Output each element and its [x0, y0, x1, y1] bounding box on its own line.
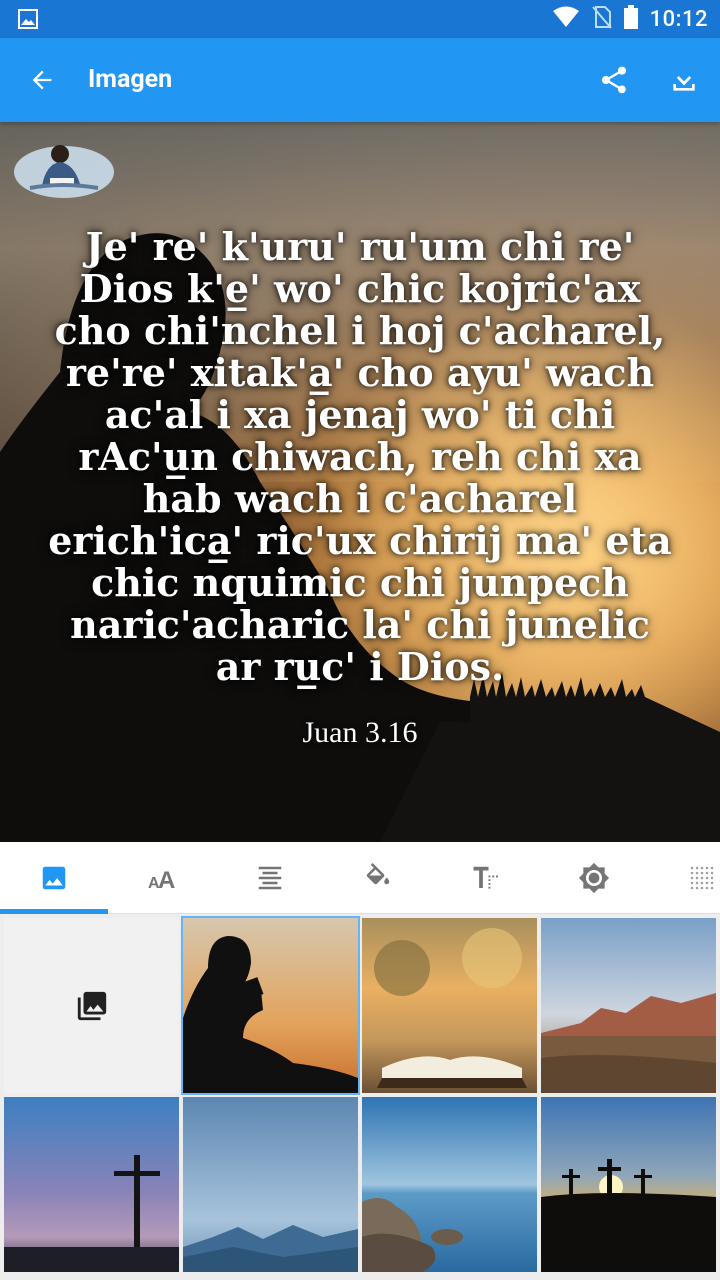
brightness-icon [578, 862, 610, 894]
thumbnail-cross-dusk[interactable] [4, 1097, 179, 1272]
texture-icon [690, 866, 714, 890]
tab-alignment[interactable] [216, 842, 324, 914]
status-bar: 10:12 [0, 0, 720, 38]
background-gallery [0, 914, 720, 1280]
verse-reference[interactable]: Juan 3.16 [0, 716, 720, 750]
download-button[interactable] [664, 60, 704, 100]
tab-text-style[interactable] [432, 842, 540, 914]
editor-tabs: AA [0, 842, 720, 914]
no-sim-icon [591, 5, 612, 33]
thumbnail-open-bible[interactable] [362, 918, 537, 1093]
app-bar: Imagen [0, 38, 720, 122]
thumbnail-three-crosses[interactable] [541, 1097, 716, 1272]
share-icon [602, 66, 626, 94]
photo-library-icon [77, 991, 106, 1020]
back-button[interactable] [22, 60, 62, 100]
tab-background-image[interactable] [0, 842, 108, 914]
app-logo [14, 145, 114, 198]
gallery-picker-button[interactable] [4, 918, 179, 1093]
thumbnail-desert-mountains[interactable] [541, 918, 716, 1093]
tab-texture[interactable] [648, 842, 720, 914]
image-icon [18, 9, 38, 33]
page-title: Imagen [88, 65, 173, 94]
verse-image-preview[interactable]: Je' re' k'uru' ru'um chi re' Dios k'e̲' … [0, 122, 720, 842]
align-center-icon [258, 866, 282, 890]
paint-bucket-icon [366, 863, 390, 885]
battery-icon [623, 5, 638, 33]
tab-brightness[interactable] [540, 842, 648, 914]
svg-text:A: A [158, 867, 175, 892]
verse-text[interactable]: Je' re' k'uru' ru'um chi re' Dios k'e̲' … [40, 226, 680, 688]
thumbnail-boy-reading[interactable] [181, 916, 360, 1095]
thumbnail-sea-rocks[interactable] [362, 1097, 537, 1272]
tab-text-color[interactable] [324, 842, 432, 914]
thumbnail-blue-mountains[interactable] [183, 1097, 358, 1272]
tab-font-size[interactable]: AA [108, 842, 216, 914]
clock: 10:12 [649, 6, 708, 32]
font-size-icon: AA [148, 867, 175, 892]
arrow-back-icon [32, 70, 52, 90]
image-icon [42, 866, 66, 890]
download-icon [673, 68, 695, 91]
text-format-icon [473, 866, 498, 889]
share-button[interactable] [594, 60, 634, 100]
wifi-icon [552, 6, 580, 32]
